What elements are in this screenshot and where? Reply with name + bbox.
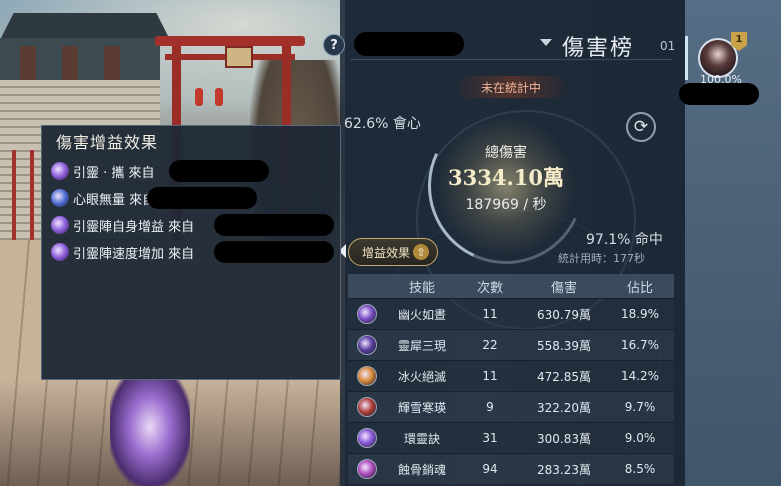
table-row[interactable]: 冰火絕滅 11 472.85萬 14.2% [348, 360, 674, 391]
dps-value: 187969 / 秒 [465, 197, 547, 213]
buff-label: 心眼無量 來自 [73, 192, 156, 208]
damage-percent: 8.5% [624, 462, 656, 476]
redacted-source [169, 160, 269, 182]
damage-value: 283.23萬 [537, 462, 591, 477]
board-title[interactable]: 傷害榜 [562, 30, 634, 62]
buff-item: 引靈陣速度增加 來自 [49, 240, 334, 264]
damage-percent: 9.7% [624, 400, 656, 414]
buff-icon [51, 243, 69, 261]
player-character [110, 378, 190, 486]
buff-item: 引靈陣自身增益 來自 [49, 213, 334, 237]
status-badge: 未在統計中 [458, 76, 564, 98]
table-row[interactable]: 輝雪寒瑛 9 322.20萬 9.7% [348, 391, 674, 422]
skill-icon [357, 397, 377, 417]
skill-icon [357, 459, 377, 479]
buff-icon [51, 216, 69, 234]
damage-panel: ? 傷害榜 01 未在統計中 62.6% 會心 ⟳ 總傷害 3334.10萬 1… [323, 0, 685, 486]
railing [30, 150, 34, 240]
buff-effects-button[interactable]: 增益效果 ⇧ [348, 238, 438, 266]
damage-value: 630.79萬 [537, 307, 591, 322]
header-pct: 佔比 [626, 280, 653, 296]
redacted-source [214, 214, 334, 236]
crit-rate: 62.6% 會心 [344, 116, 421, 132]
skill-icon [357, 304, 377, 324]
railing [12, 150, 16, 240]
skill-icon [357, 335, 377, 355]
damage-value: 558.39萬 [537, 338, 591, 353]
buff-item: 心眼無量 來自 [49, 186, 257, 210]
skill-name: 蝕骨銷魂 [397, 462, 446, 477]
torii-gate [155, 36, 305, 46]
table-row[interactable]: 幽火如晝 11 630.79萬 18.9% [348, 298, 674, 329]
stat-duration: 統計用時：177秒 [558, 252, 645, 265]
hit-count: 31 [482, 431, 498, 445]
redacted-source [214, 241, 334, 263]
hit-count: 11 [482, 369, 498, 383]
selected-indicator [685, 36, 688, 80]
redacted-avatar-name [679, 83, 759, 105]
skill-damage-table: 技能 次數 傷害 佔比 幽火如晝 11 630.79萬 18.9% 靈犀三現 22 558.… [348, 274, 674, 484]
header-skill: 技能 [408, 280, 435, 296]
total-damage-label: 總傷害 [485, 145, 527, 161]
skill-name: 環靈訣 [403, 431, 440, 446]
buff-tooltip: 傷害增益效果 引靈 · 攜 來自 心眼無量 來自引靈陣自身增益 來自 引靈陣速度增加… [41, 125, 341, 380]
hit-count: 22 [482, 338, 498, 352]
up-arrow-icon: ⇧ [413, 244, 429, 260]
damage-percent: 16.7% [620, 338, 660, 352]
dropdown-arrow-icon[interactable] [540, 39, 552, 46]
tooltip-title: 傷害增益效果 [56, 133, 159, 152]
hit-count: 11 [482, 307, 498, 321]
buff-item: 引靈 · 攜 來自 [49, 159, 269, 183]
hit-rate: 97.1% 命中 [586, 232, 663, 248]
table-row[interactable]: 環靈訣 31 300.83萬 9.0% [348, 422, 674, 453]
header-damage: 傷害 [550, 280, 577, 296]
hit-count: 94 [482, 462, 498, 476]
skill-name: 冰火絕滅 [397, 369, 446, 384]
buff-label: 引靈陣自身增益 來自 [73, 219, 195, 235]
damage-value: 322.20萬 [537, 400, 591, 415]
skill-icon [357, 366, 377, 386]
skill-name: 輝雪寒瑛 [397, 400, 446, 415]
damage-value: 472.85萬 [537, 369, 591, 384]
table-row[interactable]: 蝕骨銷魂 94 283.23萬 8.5% [348, 453, 674, 484]
table-header: 技能 次數 傷害 佔比 [348, 274, 674, 298]
buff-label: 引靈陣速度增加 來自 [73, 246, 195, 262]
board-number: 01 [660, 39, 676, 53]
refresh-icon: ⟳ [633, 116, 649, 137]
skill-icon [357, 428, 377, 448]
total-damage-value: 3334.10萬 [448, 165, 564, 190]
header-count: 次數 [476, 280, 503, 296]
help-icon[interactable]: ? [323, 34, 345, 56]
redacted-player-name [354, 32, 464, 56]
damage-percent: 14.2% [620, 369, 660, 383]
refresh-button[interactable]: ⟳ [626, 112, 656, 142]
buff-icon [51, 189, 69, 207]
table-body: 幽火如晝 11 630.79萬 18.9% 靈犀三現 22 558.39萬 16.7% 冰火絕滅… [348, 298, 674, 484]
lantern [195, 88, 203, 106]
skill-name: 靈犀三現 [397, 338, 446, 353]
buff-list: 引靈 · 攜 來自 心眼無量 來自引靈陣自身增益 來自 引靈陣速度增加 來自 [49, 159, 334, 267]
damage-percent: 18.9% [620, 307, 660, 321]
damage-value: 300.83萬 [537, 431, 591, 446]
palace-roof [0, 13, 170, 40]
buff-label: 引靈 · 攜 來自 [73, 165, 155, 181]
hit-count: 9 [486, 400, 494, 414]
damage-percent: 9.0% [624, 431, 656, 445]
panel-header: ? 傷害榜 01 [323, 30, 676, 62]
redacted-source [147, 187, 257, 209]
buff-effects-label: 增益效果 [362, 245, 411, 260]
table-row[interactable]: 靈犀三現 22 558.39萬 16.7% [348, 329, 674, 360]
skill-name: 幽火如晝 [397, 307, 446, 322]
torii-sign [225, 46, 253, 68]
buff-icon [51, 162, 69, 180]
lantern [215, 88, 223, 106]
